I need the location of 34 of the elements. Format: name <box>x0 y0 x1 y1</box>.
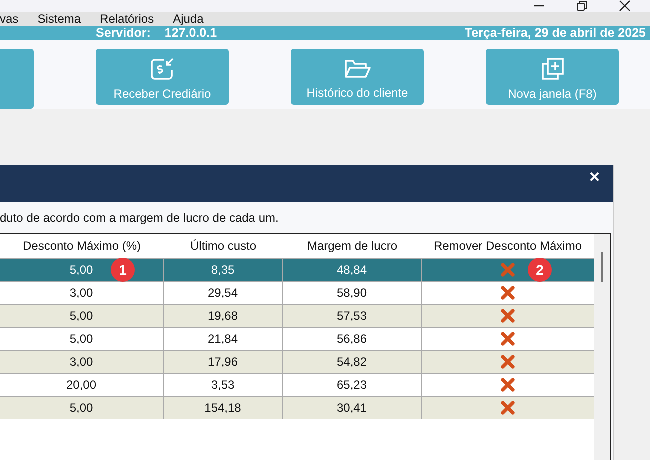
table-row[interactable]: 5,00 154,18 30,41 <box>0 396 594 419</box>
table-row[interactable]: 5,00 21,84 56,86 <box>0 327 594 350</box>
folder-icon <box>344 58 372 80</box>
table-row[interactable]: 3,00 29,54 58,90 <box>0 281 594 304</box>
menu-item[interactable]: Relatórios <box>100 12 154 26</box>
remove-icon[interactable] <box>501 332 515 346</box>
server-label: Servidor: <box>96 26 151 40</box>
table-cell: 30,41 <box>283 397 422 419</box>
table-cell: 5,00 <box>0 397 164 419</box>
menu-item[interactable]: vas <box>0 12 19 26</box>
table-row[interactable]: 3,00 17,96 54,82 <box>0 350 594 373</box>
column-header: Último custo <box>189 238 258 255</box>
date-label: Terça-feira, 29 de abril de 2025 <box>464 26 646 40</box>
table-row[interactable]: 20,00 3,53 65,23 <box>0 373 594 396</box>
table-row[interactable]: 5,00 19,68 57,53 <box>0 304 594 327</box>
server-address: 127.0.0.1 <box>164 26 218 40</box>
remove-icon[interactable] <box>501 378 515 392</box>
remove-icon[interactable] <box>501 355 515 369</box>
money-icon <box>150 57 176 81</box>
close-icon[interactable] <box>619 0 631 12</box>
remove-icon[interactable] <box>501 286 515 300</box>
new-window-icon <box>540 57 564 81</box>
scrollbar[interactable] <box>594 234 610 460</box>
column-header: Desconto Máximo (%) <box>22 238 142 255</box>
close-button[interactable]: × <box>589 167 600 187</box>
remove-icon[interactable] <box>501 309 515 323</box>
restore-icon[interactable] <box>576 0 588 12</box>
menu-item[interactable]: Ajuda <box>173 12 204 26</box>
menu-item[interactable]: Sistema <box>38 12 82 26</box>
remove-icon[interactable] <box>501 401 515 415</box>
column-header: Margem de lucro <box>306 238 399 255</box>
column-header: Remover Desconto Máximo <box>432 238 584 255</box>
description-text: duto de acordo com a margem de lucro de cada um. <box>0 211 280 227</box>
table-cell: 154,18 <box>164 397 283 419</box>
